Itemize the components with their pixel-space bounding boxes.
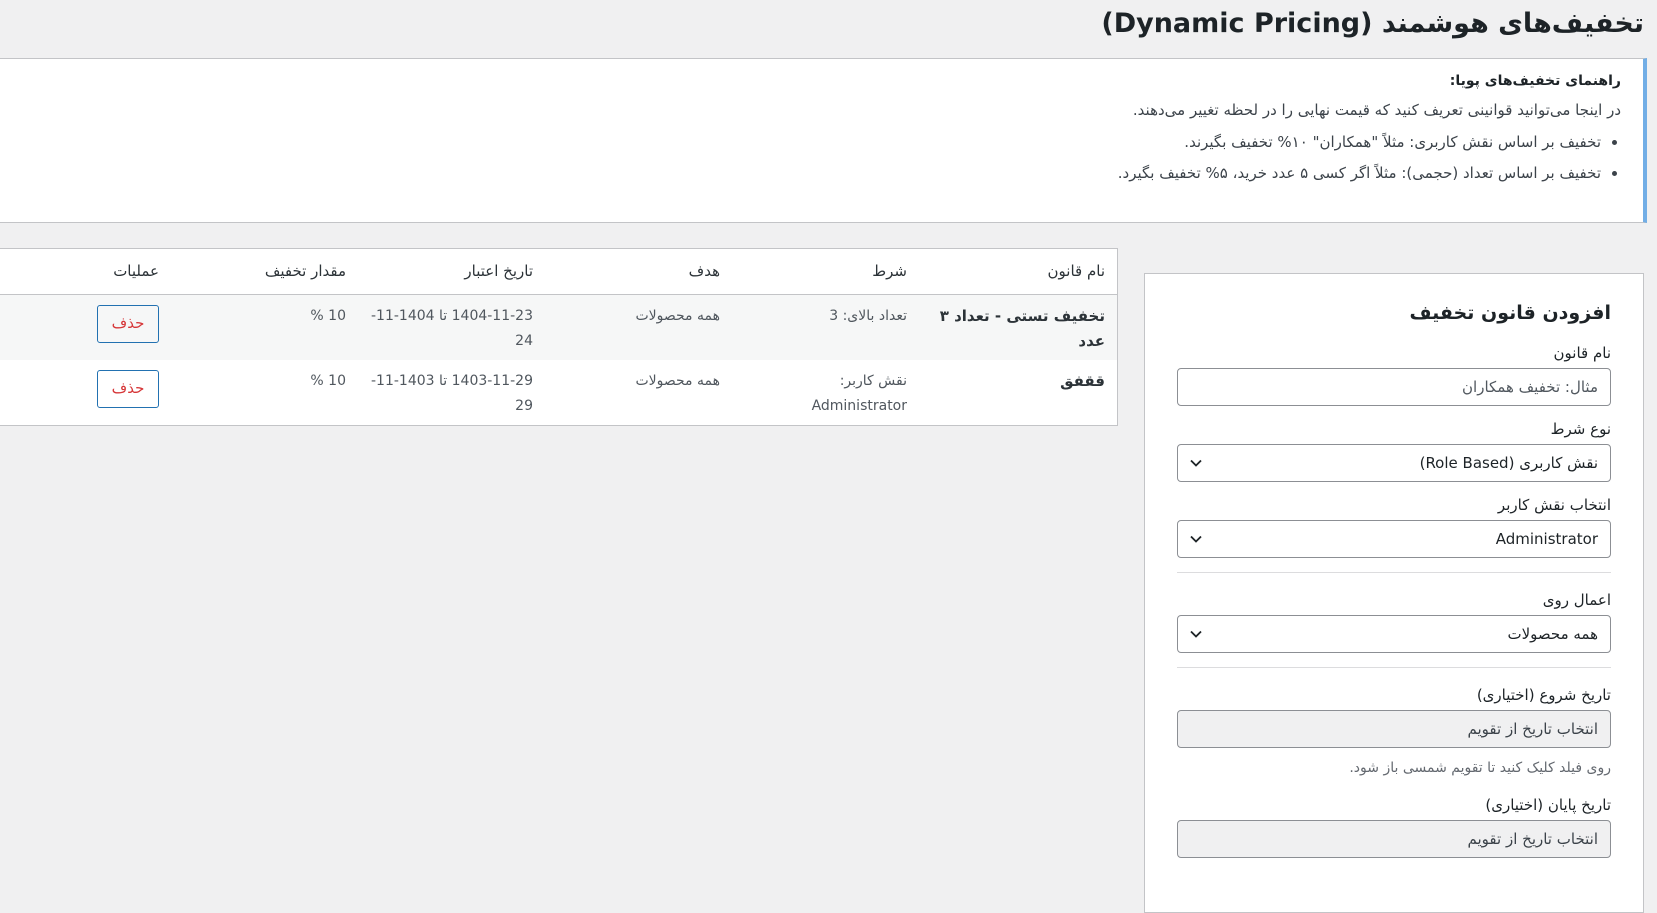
cell-target: همه محصولات — [635, 307, 720, 324]
condition-type-label: نوع شرط — [1550, 420, 1611, 438]
table-header-row: نام قانون شرط هدف تاریخ اعتبار مقدار تخف… — [0, 249, 1117, 295]
apply-on-label: اعمال روی — [1542, 591, 1611, 609]
chevron-down-icon — [1188, 445, 1204, 481]
apply-on-select[interactable]: همه محصولات — [1177, 615, 1611, 653]
end-date-field: تاریخ پایان (اختیاری) — [1177, 796, 1611, 858]
user-role-label: انتخاب نقش کاربر — [1497, 496, 1611, 514]
cell-amount: 10 % — [310, 307, 346, 324]
header-rule-name: نام قانون — [919, 249, 1117, 295]
notice-title: راهنمای تخفیف‌های پویا: — [1449, 73, 1621, 89]
delete-button[interactable]: حذف — [97, 304, 159, 343]
divider — [1177, 572, 1611, 573]
rule-name-label: نام قانون — [1553, 344, 1611, 362]
user-role-value: Administrator — [1495, 530, 1598, 548]
condition-type-select[interactable]: نقش کاربری (Role Based) — [1177, 444, 1611, 482]
notice-description: در اینجا می‌توانید قوانینی تعریف کنید که… — [1132, 101, 1621, 119]
condition-type-field: نوع شرط نقش کاربری (Role Based) — [1177, 420, 1611, 482]
header-validity: تاریخ اعتبار — [358, 249, 545, 295]
rule-name-field: نام قانون — [1177, 344, 1611, 406]
notice-item: تخفیف بر اساس تعداد (حجمی): مثلاً اگر کس… — [20, 164, 1601, 182]
cell-actions: حذف — [0, 294, 171, 360]
rules-table: نام قانون شرط هدف تاریخ اعتبار مقدار تخف… — [0, 248, 1118, 426]
header-target: هدف — [545, 249, 732, 295]
cell-rule-name: تخفیف تستی - تعداد ۳ عدد — [939, 306, 1105, 350]
cell-amount: 10 % — [310, 372, 346, 389]
notice-list: تخفیف بر اساس نقش کاربری: مثلاً "همکاران… — [20, 133, 1621, 182]
add-rule-title: افزودن قانون تخفیف — [1409, 302, 1611, 324]
chevron-down-icon — [1188, 521, 1204, 557]
apply-on-field: اعمال روی همه محصولات — [1177, 591, 1611, 653]
delete-button[interactable]: حذف — [97, 369, 159, 408]
header-condition: شرط — [732, 249, 919, 295]
page-title: تخفیف‌های هوشمند (Dynamic Pricing) — [1101, 8, 1644, 39]
cell-target: همه محصولات — [635, 372, 720, 389]
user-role-select[interactable]: Administrator — [1177, 520, 1611, 558]
start-date-help: روی فیلد کلیک کنید تا تقویم شمسی باز شود… — [1349, 760, 1611, 776]
cell-condition: تعداد بالای: 3 — [829, 307, 907, 324]
start-date-input[interactable] — [1177, 710, 1611, 748]
cell-validity: 1403-11-29 تا 1403-11-29 — [370, 372, 533, 414]
end-date-label: تاریخ پایان (اختیاری) — [1485, 796, 1611, 814]
cell-actions: حذف — [0, 360, 171, 425]
divider — [1177, 667, 1611, 668]
apply-on-value: همه محصولات — [1507, 625, 1598, 643]
header-actions: عملیات — [0, 249, 171, 295]
user-role-field: انتخاب نقش کاربر Administrator — [1177, 496, 1611, 558]
end-date-input[interactable] — [1177, 820, 1611, 858]
table-row: ققفق نقش کاربر: Administrator همه محصولا… — [0, 359, 1117, 425]
table-row: تخفیف تستی - تعداد ۳ عدد تعداد بالای: 3 … — [0, 294, 1117, 360]
header-amount: مقدار تخفیف — [171, 249, 358, 295]
rule-name-input[interactable] — [1177, 368, 1611, 406]
cell-condition: نقش کاربر: Administrator — [811, 372, 907, 414]
cell-validity: 1404-11-23 تا 1404-11-24 — [370, 307, 533, 349]
help-notice: راهنمای تخفیف‌های پویا: در اینجا می‌توان… — [0, 58, 1647, 223]
start-date-label: تاریخ شروع (اختیاری) — [1476, 686, 1611, 704]
start-date-field: تاریخ شروع (اختیاری) — [1177, 686, 1611, 748]
notice-item: تخفیف بر اساس نقش کاربری: مثلاً "همکاران… — [20, 133, 1601, 151]
condition-type-value: نقش کاربری (Role Based) — [1419, 454, 1598, 472]
add-rule-panel: افزودن قانون تخفیف نام قانون نوع شرط نقش… — [1144, 273, 1644, 913]
chevron-down-icon — [1188, 616, 1204, 652]
cell-rule-name: ققفق — [1060, 371, 1105, 390]
